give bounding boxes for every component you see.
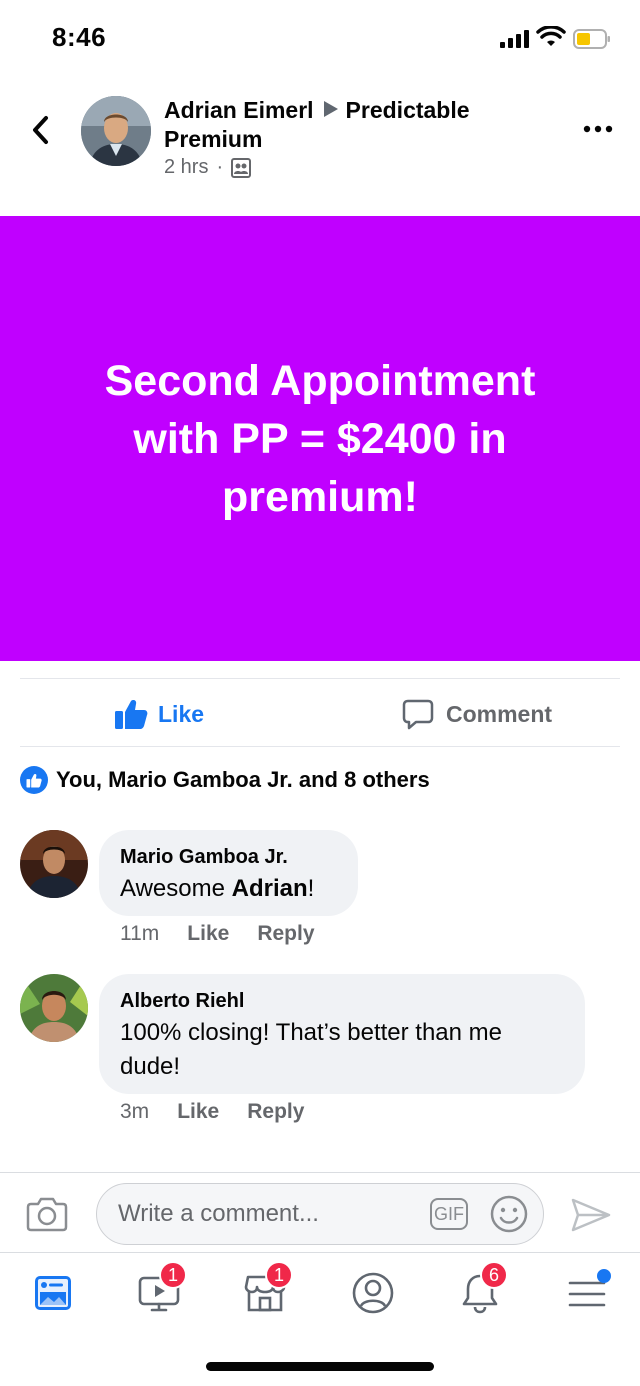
battery-icon [573,29,610,49]
comment-button[interactable]: Comment [402,696,552,732]
commenter-photo [20,974,88,1042]
menu-indicator-dot [597,1269,611,1283]
comment-text: 100% closing! That’s better than me dude… [120,1016,563,1084]
nav-news-feed[interactable] [25,1267,81,1319]
comment-mention[interactable]: Adrian [232,875,308,902]
send-icon [571,1198,611,1232]
post-banner-text: Second Appointment with PP = $2400 in pr… [104,356,536,521]
comment-text-prefix: Awesome [120,875,232,902]
comment-time: 11m [120,922,160,945]
author-avatar[interactable] [81,96,151,166]
status-time: 8:46 [52,22,107,52]
comment-label: Comment [446,700,553,727]
meta-separator: · [216,156,224,178]
commenter-photo [20,830,88,898]
news-feed-icon [35,1276,71,1310]
reactions-text: You, Mario Gamboa Jr. and 8 others [56,767,430,792]
cellular-signal-icon [500,30,529,48]
comment-text: Awesome Adrian! [120,872,336,906]
reactions-summary[interactable]: You, Mario Gamboa Jr. and 8 others [20,766,430,794]
author-photo [81,96,151,166]
post-meta: 2 hrs · [164,156,252,179]
notifications-badge: 6 [480,1261,508,1289]
comment-item: Alberto Riehl 100% closing! That’s bette… [20,974,620,1124]
comment-text-line: 100% closing! That’s better than me [120,1019,503,1046]
comment-bubble-icon [402,699,434,730]
wifi-icon [536,26,566,46]
comment-reply-button[interactable]: Reply [257,922,314,946]
comment-like-button[interactable]: Like [187,922,229,946]
post-action-bar: Like Comment [0,680,640,746]
comment-text-line: dude! [120,1053,181,1080]
thumbs-up-icon [115,700,148,729]
chevron-left-icon [33,116,48,144]
comment-actions: 3m Like Reply [120,1100,304,1124]
post-header: Adrian Eimerl Predictable Premium 2 hrs · [0,88,640,198]
comment-bubble[interactable]: Alberto Riehl 100% closing! That’s bette… [99,974,585,1094]
nav-profile[interactable] [345,1267,401,1319]
profile-icon [352,1272,394,1314]
send-button[interactable] [570,1196,612,1234]
comment-actions: 11m Like Reply [120,922,315,946]
post-author-line: Adrian Eimerl Predictable Premium [164,96,564,154]
divider [20,678,620,679]
post-time[interactable]: 2 hrs [164,156,208,179]
camera-button[interactable] [26,1196,68,1232]
group-members-icon [231,157,252,178]
divider [20,746,620,747]
status-bar: 8:46 [0,0,640,80]
like-reaction-icon [20,766,48,794]
marketplace-badge: 1 [265,1261,293,1289]
post-banner[interactable]: Second Appointment with PP = $2400 in pr… [0,216,640,661]
watch-badge: 1 [159,1261,187,1289]
like-button[interactable]: Like [114,696,204,732]
nav-notifications[interactable]: 6 [452,1261,508,1319]
home-indicator[interactable] [206,1362,434,1371]
divider [0,1172,640,1173]
more-dots-icon [583,125,613,133]
gif-button[interactable]: GIF [430,1198,468,1230]
comment-bubble[interactable]: Mario Gamboa Jr. Awesome Adrian! [99,830,358,916]
comment-text-suffix: ! [307,875,315,902]
thumbs-up-icon [26,773,42,788]
camera-icon [26,1197,68,1232]
comment-input-placeholder: Write a comment... [118,1200,319,1227]
author-name[interactable]: Adrian Eimerl [164,97,314,123]
comment-item: Mario Gamboa Jr. Awesome Adrian! 11m Lik… [20,830,620,950]
back-button[interactable] [24,110,56,150]
like-label: Like [158,700,205,727]
comment-input[interactable]: Write a comment... GIF [96,1183,544,1245]
commenter-avatar[interactable] [20,830,88,898]
commenter-name[interactable]: Alberto Riehl [120,988,563,1014]
commenter-name[interactable]: Mario Gamboa Jr. [120,844,336,870]
nav-watch[interactable]: 1 [131,1261,187,1319]
bottom-nav: 1 1 6 [0,1253,640,1333]
commenter-avatar[interactable] [20,974,88,1042]
nav-menu[interactable] [559,1267,615,1319]
comment-time: 3m [120,1100,150,1123]
comment-like-button[interactable]: Like [177,1100,219,1124]
emoji-button[interactable] [489,1194,529,1234]
more-options-button[interactable] [578,114,618,144]
nav-marketplace[interactable]: 1 [237,1261,293,1319]
comment-reply-button[interactable]: Reply [247,1100,304,1124]
smiley-icon [490,1195,528,1233]
shared-to-arrow-icon [323,101,338,117]
